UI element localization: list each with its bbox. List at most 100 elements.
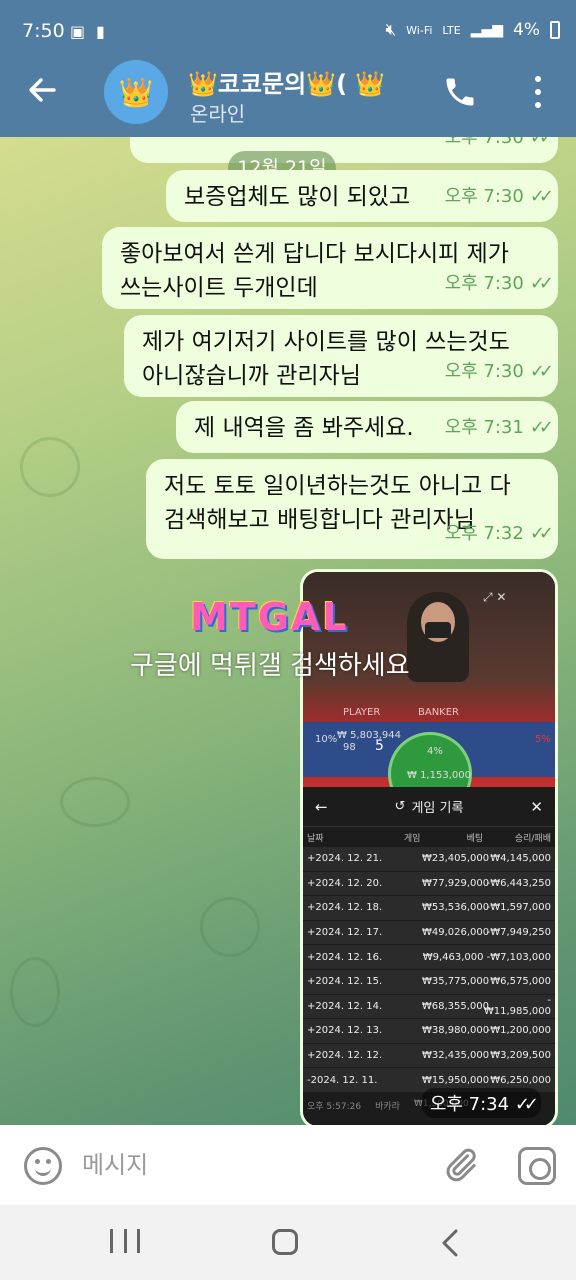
message-bubble[interactable]: 보증업체도 많이 되있고 오후 7:30 ✓✓ [166, 170, 558, 222]
alert-icon: ▮ [96, 22, 105, 41]
read-checkmarks-icon: ✓✓ [529, 137, 554, 148]
doodle-decoration [60, 777, 130, 827]
row-date: +2024. 12. 18. [307, 902, 383, 914]
chat-status: 온라인 [190, 102, 246, 126]
home-icon[interactable] [272, 1229, 298, 1255]
history-row[interactable]: +2024. 12. 13. ₩38,980,000 -₩1,200,000 [303, 1019, 555, 1044]
message-time: 오후 7:30 [444, 361, 524, 382]
history-row[interactable]: +2024. 12. 20. ₩77,929,000 -₩6,443,250 [303, 871, 555, 897]
emoji-icon[interactable] [24, 1147, 62, 1185]
history-title: ↺ 게임 기록 [395, 797, 464, 816]
column-game: 게임 [403, 833, 421, 844]
history-columns: 날짜 게임 베팅 승리/패배 [303, 827, 555, 847]
watermark-text: 구글에 먹튀갤 검색하세요 [130, 651, 410, 681]
history-row[interactable]: +2024. 12. 16. ₩9,463,000 -₩7,103,000 [303, 945, 555, 970]
system-nav-bar [0, 1205, 576, 1280]
signal-icon: ▂▄▆ [470, 22, 504, 38]
message-time: 오후 7:31 [444, 417, 524, 438]
row-bet: ₩68,355,000 [421, 1000, 489, 1012]
row-bet: ₩38,980,000 [421, 1025, 490, 1037]
read-checkmarks-icon: ✓✓ [529, 186, 554, 207]
paperclip-icon[interactable] [440, 1145, 480, 1185]
message-meta: 오후 7:30 ✓✓ [445, 267, 554, 301]
chat-area[interactable]: 오후 7:30 ✓✓ 12월 21일 보증업체도 많이 되있고 오후 7:30 … [0, 137, 576, 1125]
message-bubble[interactable]: 제 내역을 좀 봐주세요. 오후 7:31 ✓✓ [176, 401, 558, 453]
camera-icon[interactable] [518, 1147, 556, 1185]
row-bet: ₩53,536,000 [421, 902, 490, 914]
row-result: -₩1,597,000 [486, 902, 551, 914]
message-meta: 오후 7:30 ✓✓ [444, 180, 554, 214]
read-checkmarks-icon: ✓✓ [529, 361, 554, 382]
row-result: -₩7,949,250 [486, 927, 551, 939]
message-input-bar [0, 1125, 576, 1205]
back-arrow-icon[interactable] [26, 74, 66, 114]
doodle-decoration [200, 897, 260, 957]
row-date: +2024. 12. 15. [307, 976, 383, 988]
message-input[interactable] [82, 1145, 412, 1185]
message-bubble[interactable]: 좋아보여서 쓴게 답니다 보시다시피 제가 쓰는사이트 두개인데 오후 7:30… [102, 227, 558, 309]
row-date: +2024. 12. 12. [307, 1050, 383, 1062]
row-result: -₩1,200,000 [486, 1025, 551, 1037]
row-date: +2024. 12. 16. [307, 951, 383, 963]
player-count: 98 [343, 742, 356, 753]
gallery-icon: ▣ [70, 22, 86, 41]
history-rows: +2024. 12. 21. ₩23,405,000 ₩4,145,000 +2024… [303, 847, 555, 1093]
read-checkmarks-icon: ✓✓ [529, 523, 554, 544]
banker-label: BANKER [418, 707, 460, 718]
row-bet: ₩15,950,000 [421, 1074, 490, 1086]
message-meta: 오후 7:30 ✓✓ [445, 137, 554, 155]
close-icon[interactable]: ✕ [530, 798, 543, 816]
row-bet: ₩32,435,000 [421, 1050, 490, 1062]
row-result: -₩6,443,250 [486, 877, 551, 889]
mute-icon: 🔇︎ [385, 20, 397, 40]
watermark: MTGAL 구글에 먹튀갤 검색하세요 [130, 595, 460, 682]
history-row[interactable]: +2024. 12. 15. ₩35,775,000 ₩6,575,000 [303, 969, 555, 995]
detail-time: 오후 5:57:26 [307, 1101, 362, 1112]
row-date: +2024. 12. 20. [307, 877, 383, 889]
wifi-calling-icon: Wi-Fi [406, 23, 433, 37]
row-bet: ₩77,929,000 [421, 877, 490, 889]
row-result: ₩3,209,500 [490, 1050, 551, 1062]
row-result: ₩4,145,000 [490, 853, 551, 865]
message-time: 오후 7:32 [444, 523, 524, 544]
history-row[interactable]: +2024. 12. 12. ₩32,435,000 ₩3,209,500 [303, 1043, 555, 1069]
green-amount: ₩ 1,153,000 [407, 770, 471, 781]
chat-title[interactable]: 👑코코문의👑( 👑 [188, 64, 428, 99]
read-checkmarks-icon: ✓✓ [514, 1094, 539, 1115]
center-value: 5 [375, 738, 384, 754]
row-bet: ₩9,463,000 [422, 951, 484, 963]
pct-left: 10% [315, 734, 338, 745]
recent-apps-icon[interactable] [110, 1229, 140, 1257]
history-row[interactable]: +2024. 12. 17. ₩49,026,000 -₩7,949,250 [303, 920, 555, 946]
back-arrow-icon[interactable]: ← [315, 798, 328, 816]
game-history-panel: ← ↺ 게임 기록 ✕ 날짜 게임 베팅 승리/패배 +2024. 12. 21… [303, 787, 555, 1125]
more-options-icon[interactable] [530, 72, 546, 112]
row-date: +2024. 12. 14. [307, 1000, 383, 1012]
avatar[interactable]: 👑 [104, 60, 168, 124]
close-icon[interactable]: ⤢ ✕ [483, 590, 506, 605]
crown-icon: 👑 [118, 75, 154, 109]
history-row[interactable]: +2024. 12. 21. ₩23,405,000 ₩4,145,000 [303, 847, 555, 872]
status-right-group: 🔇︎ Wi-Fi LTE ▂▄▆ 4% [385, 20, 560, 40]
green-value: 4% [427, 746, 443, 757]
message-bubble[interactable]: 저도 토토 일이년하는것도 아니고 다 검색해보고 배팅합니다 관리자님 오후 … [146, 459, 558, 559]
row-result: ₩6,575,000 [490, 976, 551, 988]
history-row[interactable]: +2024. 12. 14. ₩68,355,000 -₩11,985,000 [303, 994, 555, 1020]
message-meta: 오후 7:32 ✓✓ [444, 517, 554, 551]
row-bet: ₩49,026,000 [421, 927, 490, 939]
nav-back-icon[interactable] [440, 1229, 460, 1257]
battery-icon [550, 21, 560, 39]
message-bubble[interactable]: 오후 7:30 ✓✓ [130, 137, 558, 163]
column-bet: 베팅 [466, 833, 484, 844]
row-date: -2024. 12. 11. [307, 1074, 378, 1086]
message-time: 오후 7:30 [444, 186, 524, 207]
phone-icon[interactable] [442, 74, 478, 110]
watermark-logo: MTGAL [190, 595, 349, 639]
chat-header: 👑 👑코코문의👑( 👑 온라인 [0, 60, 576, 137]
message-bubble[interactable]: 제가 여기저기 사이트를 많이 쓰는것도 아니잖습니까 관리자님 오후 7:30… [124, 315, 558, 397]
history-row[interactable]: +2024. 12. 18. ₩53,536,000 -₩1,597,000 [303, 896, 555, 921]
row-result: ₩6,250,000 [490, 1074, 551, 1086]
history-icon: ↺ [394, 799, 406, 814]
row-result: -₩11,985,000 [483, 995, 551, 1018]
status-time: 7:50 [22, 20, 65, 42]
